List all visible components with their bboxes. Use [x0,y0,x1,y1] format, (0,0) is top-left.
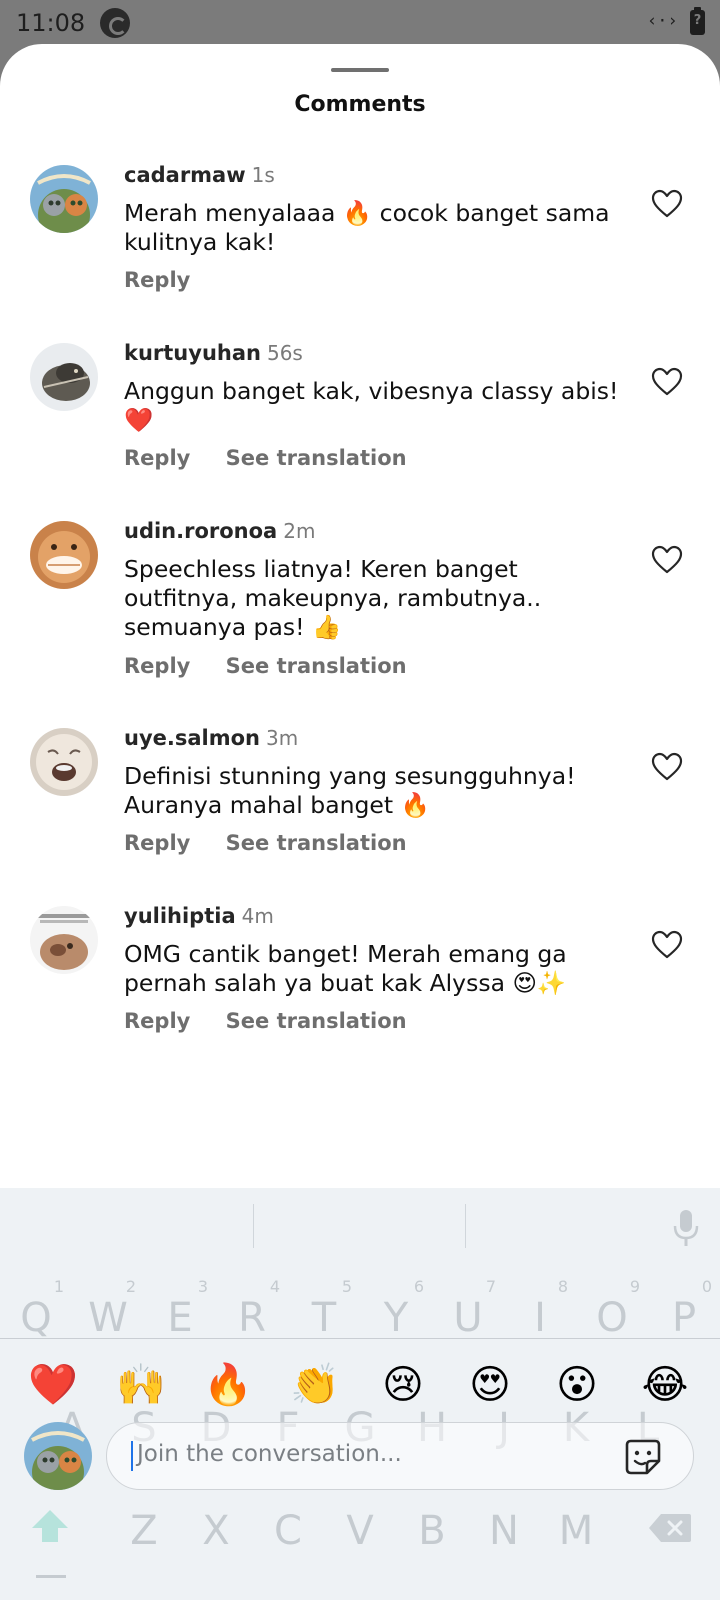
see-translation-button[interactable]: See translation [226,446,407,470]
key-z[interactable]: Z [108,1508,180,1554]
sheet-title: Comments [294,92,426,117]
key-t[interactable]: 5T [288,1277,360,1341]
key-e[interactable]: 3E [144,1277,216,1341]
see-translation-button[interactable]: See translation [226,1009,407,1033]
see-translation-button[interactable]: See translation [226,654,407,678]
avatar[interactable] [30,728,98,796]
comment-text: Definisi stunning yang sesungguhnya! Aur… [124,762,576,819]
comment-username[interactable]: uye.salmon 3m [124,726,298,750]
status-time: 11:08 [16,9,86,37]
comment-actions: Reply See translation [124,831,435,855]
key-i[interactable]: 8I [504,1277,576,1341]
heart-icon[interactable] [651,367,683,397]
app-notification-icon [100,8,130,38]
avatar[interactable] [30,521,98,589]
comment-actions: Reply See translation [124,1009,435,1033]
battery-icon: ? [690,7,705,35]
comment-item: udin.roronoa 2m Speechless liatnya! Keren… [0,519,720,681]
comment-username[interactable]: kurtuyuhan 56s [124,341,303,365]
divider [465,1204,466,1248]
emoji-clap-button[interactable]: 👏 [285,1360,345,1410]
reply-button[interactable]: Reply [124,446,190,470]
reply-button[interactable]: Reply [124,1009,190,1033]
key-c[interactable]: C [252,1508,324,1554]
emoji-surprised-button[interactable]: 😮 [547,1360,607,1410]
see-translation-button[interactable]: See translation [226,831,407,855]
sticker-icon[interactable] [623,1437,663,1477]
reply-button[interactable]: Reply [124,268,190,292]
comment-item: yulihiptia 4m OMG cantik banget! Merah em… [0,904,720,1066]
key-n[interactable]: N [468,1508,540,1554]
comment-actions: Reply See translation [124,654,435,678]
comment-input-placeholder: Join the conversation... [137,1441,402,1467]
keyboard-divider [0,1338,720,1339]
emoji-fire-button[interactable]: 🔥 [198,1360,258,1410]
comment-time: 1s [251,163,275,187]
avatar[interactable] [30,165,98,233]
key-m[interactable]: M [540,1508,612,1554]
text-caret [131,1441,133,1471]
reply-button[interactable]: Reply [124,654,190,678]
avatar[interactable] [30,343,98,411]
comment-time: 2m [283,519,316,543]
my-avatar [24,1422,92,1490]
heart-icon[interactable] [651,545,683,575]
keyboard-hint-line [36,1575,66,1578]
comment-input[interactable]: Join the conversation... [106,1422,694,1490]
key-r[interactable]: 4R [216,1277,288,1341]
backspace-icon[interactable] [647,1512,693,1544]
microphone-icon[interactable] [672,1208,700,1248]
emoji-laughing-button[interactable]: 😂 [635,1360,695,1410]
heart-icon[interactable] [651,752,683,782]
key-p[interactable]: 0P [648,1277,720,1341]
key-u[interactable]: 7U [432,1277,504,1341]
code-icon: ‹·› [647,11,678,31]
comment-username[interactable]: cadarmaw 1s [124,163,275,187]
status-bar: 11:08 ‹·› ? [0,0,720,46]
comment-actions: Reply See translation [124,446,435,470]
key-x[interactable]: X [180,1508,252,1554]
shift-icon[interactable] [30,1508,70,1546]
comment-username[interactable]: udin.roronoa 2m [124,519,315,543]
comment-item: kurtuyuhan 56s Anggun banget kak, vibesny… [0,341,720,503]
key-w[interactable]: 2W [72,1277,144,1341]
comment-actions: Reply [124,268,218,292]
comment-text: Speechless liatnya! Keren banget outfitn… [124,555,542,641]
comment-item: cadarmaw 1s Merah menyalaaa 🔥 cocok bange… [0,163,720,325]
emoji-crying-button[interactable]: 😢 [373,1360,433,1410]
key-q[interactable]: 1Q [0,1277,72,1341]
key-y[interactable]: 6Y [360,1277,432,1341]
emoji-reaction-bar: ❤️ 🙌 🔥 👏 😢 😍 😮 😂 [0,1360,720,1420]
comment-username[interactable]: yulihiptia 4m [124,904,274,928]
emoji-raised-hands-button[interactable]: 🙌 [111,1360,171,1410]
drag-handle[interactable] [331,68,389,72]
heart-icon[interactable] [651,930,683,960]
comment-text: OMG cantik banget! Merah emang ga pernah… [124,940,567,997]
key-o[interactable]: 9O [576,1277,648,1341]
key-b[interactable]: B [396,1508,468,1554]
comment-text: Anggun banget kak, vibesnya classy abis!… [124,377,619,434]
comment-time: 3m [266,726,299,750]
emoji-heart-eyes-button[interactable]: 😍 [460,1360,520,1410]
heart-icon[interactable] [651,189,683,219]
comment-time: 4m [241,904,274,928]
suggestion-strip [0,1188,720,1262]
comment-time: 56s [266,341,303,365]
avatar[interactable] [30,906,98,974]
divider [253,1204,254,1248]
key-v[interactable]: V [324,1508,396,1554]
comment-text: Merah menyalaaa 🔥 cocok banget sama kuli… [124,199,610,256]
reply-button[interactable]: Reply [124,831,190,855]
comment-item: uye.salmon 3m Definisi stunning yang sesu… [0,726,720,888]
emoji-heart-button[interactable]: ❤️ [23,1360,83,1410]
battery-unknown-glyph: ? [693,13,702,28]
